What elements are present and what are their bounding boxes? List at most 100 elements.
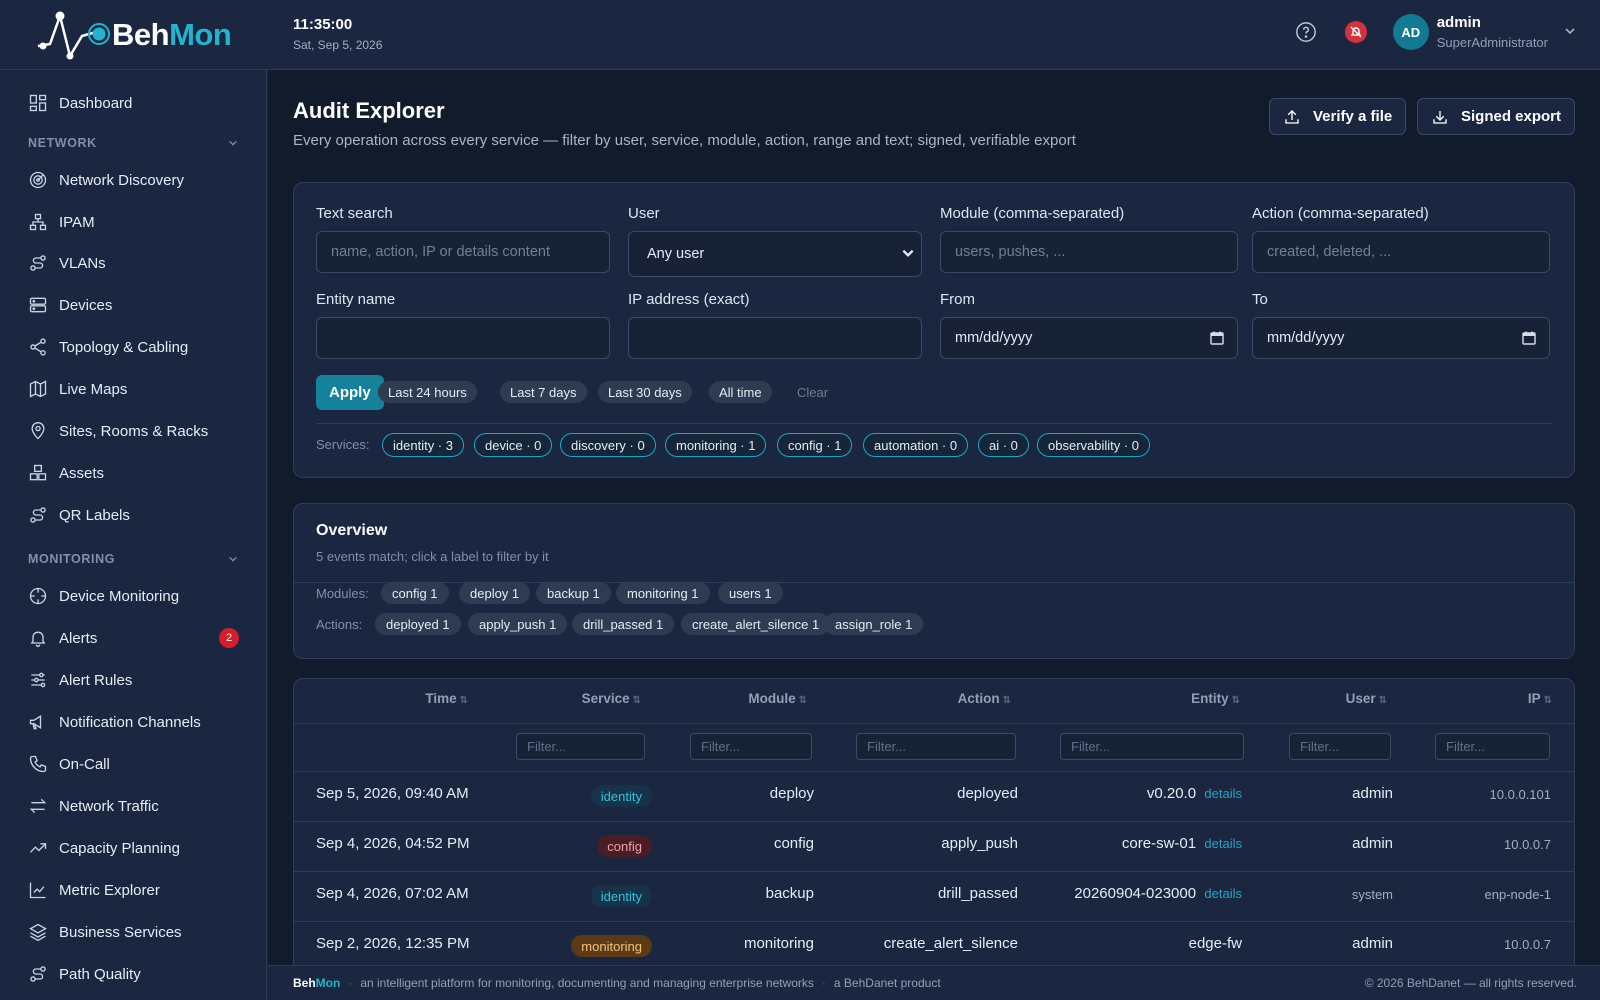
to-date-input[interactable]: mm/dd/yyyy — [1252, 317, 1550, 359]
user-select[interactable]: Any user — [628, 231, 922, 277]
sidebar-item-devices[interactable]: Devices — [0, 287, 266, 323]
sidebar-item-sites[interactable]: Sites, Rooms & Racks — [0, 413, 266, 449]
service-chip-config[interactable]: config · 1 — [777, 433, 853, 457]
ip-address-input[interactable] — [628, 317, 922, 359]
sidebar-item-alert-rules[interactable]: Alert Rules — [0, 662, 266, 698]
action-chip-deployed[interactable]: deployed 1 — [375, 613, 461, 635]
details-link[interactable]: details — [1204, 836, 1242, 851]
action-filter-input[interactable]: Filter... — [856, 733, 1016, 760]
service-chip-automation[interactable]: automation · 0 — [863, 433, 969, 457]
action-chip-create-alert-silence[interactable]: create_alert_silence 1 — [681, 613, 831, 635]
server-icon — [29, 297, 47, 313]
ip-filter-input[interactable]: Filter... — [1435, 733, 1550, 760]
sidebar-item-path-quality[interactable]: Path Quality — [0, 956, 266, 992]
calendar-icon[interactable] — [1209, 330, 1225, 346]
sidebar-item-qr-labels[interactable]: QR Labels — [0, 497, 266, 533]
sidebar-item-topology[interactable]: Topology & Cabling — [0, 329, 266, 365]
service-chip-discovery[interactable]: discovery · 0 — [560, 433, 656, 457]
column-header-user[interactable]: User ⇅ — [1346, 691, 1387, 706]
range-all-time[interactable]: All time — [709, 381, 772, 403]
module-chip-users[interactable]: users 1 — [718, 582, 783, 604]
action-input[interactable]: created, deleted, ... — [1252, 231, 1550, 273]
sidebar-item-network-discovery[interactable]: Network Discovery — [0, 162, 266, 198]
service-chip-device[interactable]: device · 0 — [474, 433, 553, 457]
apply-button[interactable]: Apply — [316, 375, 384, 410]
clear-button[interactable]: Clear — [797, 381, 828, 403]
cell-time: Sep 4, 2026, 04:52 PM — [316, 835, 470, 852]
notifications-muted-icon[interactable] — [1343, 19, 1369, 45]
module-chip-backup[interactable]: backup 1 — [536, 582, 611, 604]
details-link[interactable]: details — [1204, 886, 1242, 901]
sidebar-item-assets[interactable]: Assets — [0, 455, 266, 491]
module-input[interactable]: users, pushes, ... — [940, 231, 1238, 273]
range-last-24-hours[interactable]: Last 24 hours — [378, 381, 477, 403]
brand-name: BehMon — [112, 17, 232, 52]
column-header-action[interactable]: Action ⇅ — [958, 691, 1011, 706]
column-header-module[interactable]: Module ⇅ — [748, 691, 807, 706]
entity-name-label: Entity name — [316, 291, 396, 308]
column-header-service[interactable]: Service ⇅ — [582, 691, 641, 706]
sidebar-item-business-services[interactable]: Business Services — [0, 914, 266, 950]
range-last-30-days[interactable]: Last 30 days — [598, 381, 692, 403]
entity-filter-input[interactable]: Filter... — [1060, 733, 1244, 760]
module-chip-monitoring[interactable]: monitoring 1 — [616, 582, 710, 604]
sidebar-item-dashboard[interactable]: Dashboard — [0, 85, 266, 121]
cell-time: Sep 4, 2026, 07:02 AM — [316, 885, 469, 902]
column-header-ip[interactable]: IP ⇅ — [1528, 691, 1552, 706]
user-filter-input[interactable]: Filter... — [1289, 733, 1391, 760]
action-chip-apply-push[interactable]: apply_push 1 — [468, 613, 568, 635]
alerts-count-badge: 2 — [219, 628, 239, 648]
calendar-icon[interactable] — [1521, 330, 1537, 346]
cell-entity: 20260904-023000 details — [1074, 885, 1242, 902]
module-filter-input[interactable]: Filter... — [690, 733, 812, 760]
module-chip-config[interactable]: config 1 — [381, 582, 449, 604]
sidebar-item-live-maps[interactable]: Live Maps — [0, 371, 266, 407]
chevron-down-icon[interactable] — [1564, 24, 1576, 40]
entity-name-input[interactable] — [316, 317, 610, 359]
sidebar-item-device-monitoring[interactable]: Device Monitoring — [0, 578, 266, 614]
chevron-down-icon — [229, 140, 237, 146]
sidebar-item-metric-explorer[interactable]: Metric Explorer — [0, 872, 266, 908]
ip-address-label: IP address (exact) — [628, 291, 750, 308]
text-search-input[interactable]: name, action, IP or details content — [316, 231, 610, 273]
signed-export-button[interactable]: Signed export — [1417, 98, 1576, 135]
action-chip-drill-passed[interactable]: drill_passed 1 — [572, 613, 675, 635]
service-filter-input[interactable]: Filter... — [516, 733, 645, 760]
sidebar-item-notification-channels[interactable]: Notification Channels — [0, 704, 266, 740]
sidebar-item-ipam[interactable]: IPAM — [0, 204, 266, 240]
sidebar-item-label: On-Call — [59, 755, 110, 773]
service-chip-observability[interactable]: observability · 0 — [1037, 433, 1151, 457]
download-icon — [1433, 110, 1447, 124]
sidebar-item-label: Network Discovery — [59, 171, 185, 189]
sidebar-item-capacity-planning[interactable]: Capacity Planning — [0, 830, 266, 866]
sidebar-section-network[interactable]: NETWORK — [28, 136, 238, 150]
action-chip-assign-role[interactable]: assign_role 1 — [824, 613, 924, 635]
sidebar-item-network-traffic[interactable]: Network Traffic — [0, 788, 266, 824]
user-label: User — [628, 205, 660, 222]
avatar[interactable]: AD — [1392, 14, 1429, 50]
crosshair-icon — [29, 587, 47, 605]
sidebar-item-alerts[interactable]: Alerts 2 — [0, 620, 266, 656]
service-chip-ai[interactable]: ai · 0 — [978, 433, 1029, 457]
column-header-entity[interactable]: Entity ⇅ — [1191, 691, 1240, 706]
sidebar-item-label: Assets — [59, 464, 105, 482]
help-icon[interactable] — [1293, 19, 1319, 45]
details-link[interactable]: details — [1204, 786, 1242, 801]
sidebar-item-label: Business Services — [59, 923, 182, 941]
column-header-time[interactable]: Time ⇅ — [425, 691, 468, 706]
footer-brand: BehMon — [293, 976, 341, 990]
logo[interactable]: BehMon — [32, 8, 232, 62]
divider — [316, 423, 1552, 424]
module-chip-deploy[interactable]: deploy 1 — [459, 582, 531, 604]
sidebar-item-label: Sites, Rooms & Racks — [59, 422, 209, 440]
service-chip-monitoring[interactable]: monitoring · 1 — [665, 433, 767, 457]
sidebar-item-on-call[interactable]: On-Call — [0, 746, 266, 782]
range-last-7-days[interactable]: Last 7 days — [500, 381, 587, 403]
sidebar-item-label: Metric Explorer — [59, 881, 160, 899]
sidebar-section-monitoring[interactable]: MONITORING — [28, 552, 238, 566]
service-chip-identity[interactable]: identity · 3 — [382, 433, 464, 457]
sidebar-item-vlans[interactable]: VLANs — [0, 245, 266, 281]
user-menu[interactable]: admin SuperAdministrator — [1437, 14, 1548, 50]
from-date-input[interactable]: mm/dd/yyyy — [940, 317, 1238, 359]
verify-file-button[interactable]: Verify a file — [1269, 98, 1407, 135]
